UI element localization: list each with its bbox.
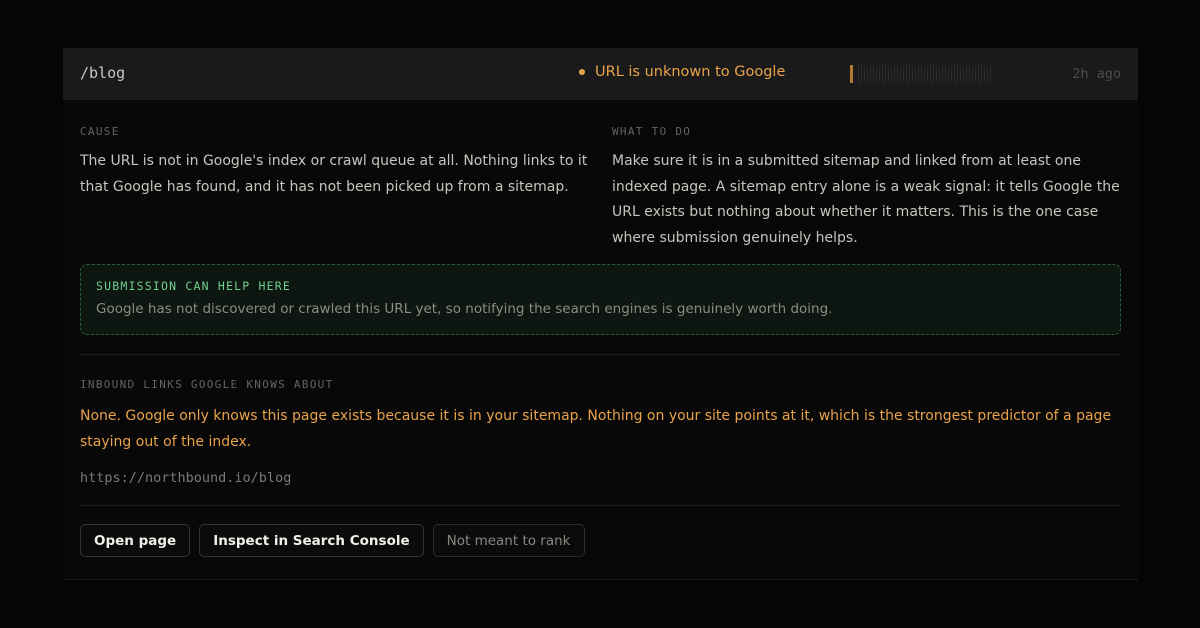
sparkline-tick — [873, 65, 874, 83]
sparkline-tick — [876, 65, 877, 83]
sparkline-tick — [945, 65, 946, 83]
not-meant-to-rank-button[interactable]: Not meant to rank — [432, 524, 585, 557]
sparkline-tick — [924, 65, 925, 83]
divider — [80, 354, 1121, 355]
sparkline-tick — [918, 65, 919, 83]
sparkline-tick — [927, 65, 928, 83]
sparkline-tick — [975, 65, 976, 83]
sparkline-tick — [888, 65, 889, 83]
sparkline-tick — [942, 65, 943, 83]
sparkline-tick — [990, 65, 991, 83]
open-page-button[interactable]: Open page — [80, 524, 191, 557]
sparkline-tick — [954, 65, 955, 83]
url-detail-card: /blog URL is unknown to Google 2h ago CA… — [63, 48, 1138, 580]
sparkline-tick — [864, 65, 865, 83]
divider — [80, 505, 1121, 506]
sparkline-tick — [987, 65, 988, 83]
sparkline-tick — [936, 65, 937, 83]
sparkline-tick — [960, 65, 961, 83]
sparkline-tick — [972, 65, 973, 83]
sparkline-tick — [903, 65, 904, 83]
sparkline-tick — [966, 65, 967, 83]
submission-notice-title: SUBMISSION CAN HELP HERE — [96, 279, 291, 293]
sparkline-tick — [885, 65, 886, 83]
inbound-links-label: INBOUND LINKS GOOGLE KNOWS ABOUT — [80, 378, 334, 391]
what-to-do-section: WHAT TO DO Make sure it is in a submitte… — [612, 125, 1122, 251]
cause-section: CAUSE The URL is not in Google's index o… — [80, 125, 600, 200]
sparkline-tick — [963, 65, 964, 83]
cause-label: CAUSE — [80, 125, 120, 138]
sparkline-tick — [861, 65, 862, 83]
sparkline-tick — [939, 65, 940, 83]
url-path: /blog — [80, 64, 126, 82]
inbound-links-section: INBOUND LINKS GOOGLE KNOWS ABOUT None. G… — [80, 378, 1121, 486]
sparkline-tick — [948, 65, 949, 83]
sparkline-tick — [930, 65, 931, 83]
sparkline-tick — [981, 65, 982, 83]
status-indicator: URL is unknown to Google — [579, 64, 785, 80]
action-bar: Open page Inspect in Search Console Not … — [80, 524, 594, 557]
sparkline-tick — [933, 65, 934, 83]
sparkline-tick — [912, 65, 913, 83]
card-header: /blog URL is unknown to Google 2h ago — [63, 48, 1138, 100]
sparkline-tick — [870, 65, 871, 83]
sparkline-tick — [957, 65, 958, 83]
sparkline-tick — [951, 65, 952, 83]
sparkline-tick — [897, 65, 898, 83]
sparkline-tick — [850, 65, 853, 83]
sparkline-tick — [921, 65, 922, 83]
sparkline-tick — [909, 65, 910, 83]
sparkline-tick — [891, 65, 892, 83]
sparkline-tick — [867, 65, 868, 83]
inspect-search-console-button[interactable]: Inspect in Search Console — [199, 524, 424, 557]
page-url: https://northbound.io/blog — [80, 470, 292, 486]
sparkline-tick — [969, 65, 970, 83]
inbound-links-text: None. Google only knows this page exists… — [80, 408, 1112, 450]
sparkline-tick — [984, 65, 985, 83]
sparkline-tick — [915, 65, 916, 83]
submission-notice-text: Google has not discovered or crawled thi… — [96, 301, 833, 317]
last-checked-time: 2h ago — [1072, 66, 1121, 82]
sparkline-tick — [879, 65, 880, 83]
what-to-do-text: Make sure it is in a submitted sitemap a… — [612, 153, 1120, 246]
sparkline-tick — [882, 65, 883, 83]
sparkline-tick — [906, 65, 907, 83]
cause-text: The URL is not in Google's index or craw… — [80, 153, 588, 195]
crawl-history-sparkline — [850, 65, 993, 83]
status-label: URL is unknown to Google — [595, 64, 786, 80]
sparkline-tick — [894, 65, 895, 83]
sparkline-tick — [900, 65, 901, 83]
status-dot-icon — [579, 69, 585, 75]
sparkline-tick — [858, 65, 859, 83]
submission-notice: SUBMISSION CAN HELP HERE Google has not … — [80, 264, 1121, 335]
what-to-do-label: WHAT TO DO — [612, 125, 692, 138]
sparkline-tick — [978, 65, 979, 83]
